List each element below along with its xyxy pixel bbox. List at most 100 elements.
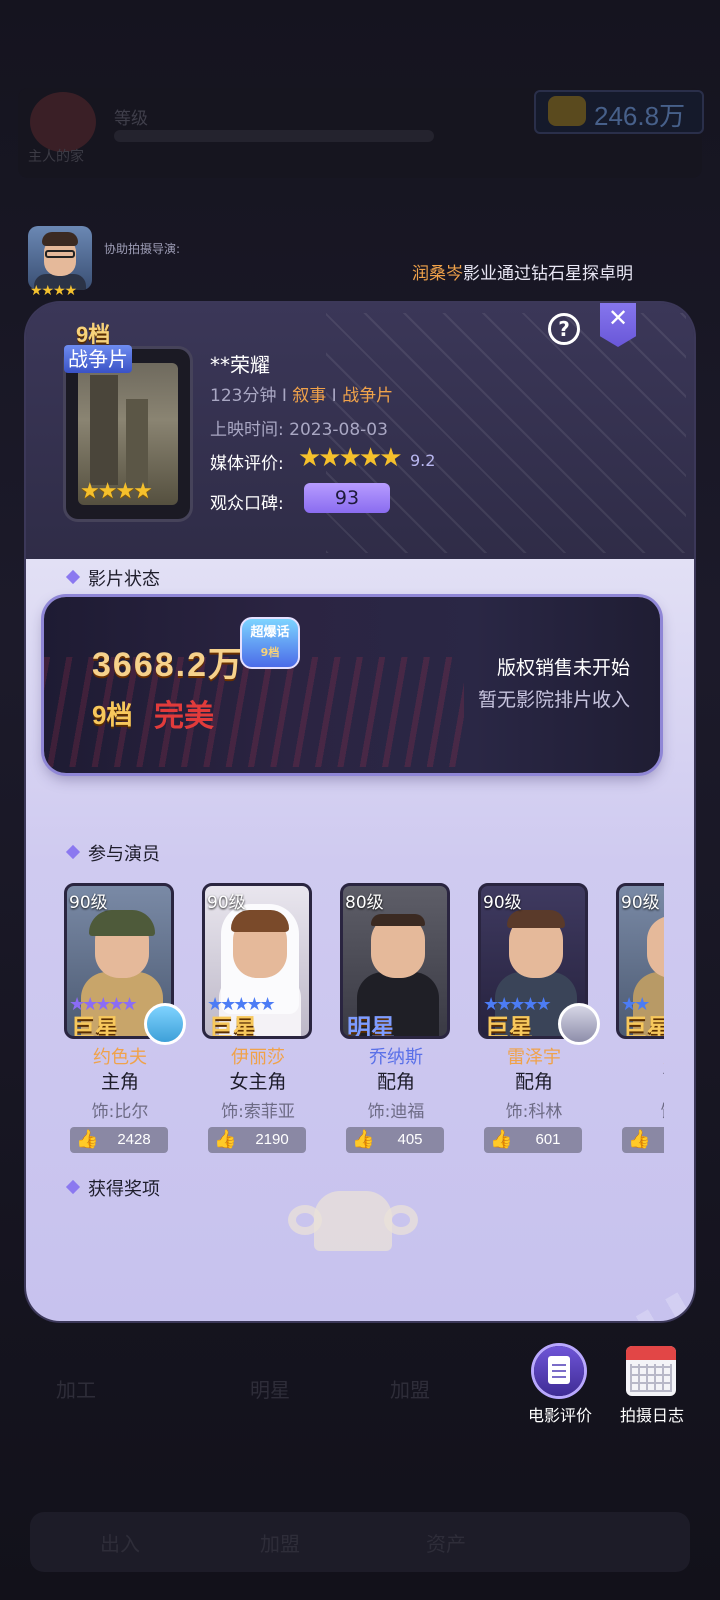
experience-bar <box>114 130 434 142</box>
helmet-icon <box>89 910 155 936</box>
media-rating-stars: ★★★★★ <box>298 443 403 473</box>
trophy-icon <box>288 1191 418 1251</box>
result-label: 完美 <box>154 699 214 734</box>
actor-role: 配角 <box>514 1071 553 1093</box>
movie-genre: 叙事 <box>292 386 327 406</box>
media-rating-score: 9.2 <box>410 451 436 470</box>
actor-card-3[interactable]: 90级 ★★★★★ 巨星 雷泽宇 配角 饰:科林 👍 601 <box>478 883 600 1173</box>
ticker-text: 影业通过钻石星探卓明 <box>463 264 633 283</box>
movie-review-button[interactable]: 电影评价 <box>520 1402 600 1426</box>
player-name: 主人的家 <box>28 149 84 165</box>
like-button[interactable]: 👍 <box>622 1127 664 1153</box>
shooting-log-button[interactable]: 拍摄日志 <box>612 1402 692 1426</box>
knight-badge-icon <box>558 1003 600 1045</box>
actor-role: 配角 <box>376 1071 415 1093</box>
actor-card-2[interactable]: 80级 明星 乔纳斯 配角 饰:迪福 👍 405 <box>340 883 452 1173</box>
actor-card-0[interactable]: 90级 ★★★★★ 巨星 约色夫 主角 饰:比尔 👍 2428 <box>64 883 186 1173</box>
poster-stars: ★★★★ <box>80 479 153 504</box>
box-office-amount: 3668.2万 <box>92 646 244 684</box>
income-status: 暂无影院排片收入 <box>477 689 630 711</box>
release-value: 2023-08-03 <box>289 420 388 440</box>
movie-genre: 战争片 <box>342 386 394 406</box>
actor-name: 约色夫 <box>93 1047 147 1068</box>
hair-icon <box>231 910 289 932</box>
like-count: 2190 <box>255 1131 289 1148</box>
box-office-grade: 9档 <box>92 700 133 730</box>
actor-character: 饰:迪福 <box>367 1102 425 1122</box>
like-count: 601 <box>535 1131 561 1148</box>
movie-meta: 123分钟 I 叙事 I 战争片 <box>210 381 393 406</box>
actor-rank: 明星 <box>347 1014 395 1039</box>
like-button[interactable]: 👍 2190 <box>208 1127 306 1153</box>
movie-review-icon[interactable] <box>534 1346 584 1396</box>
actors-list[interactable]: 90级 ★★★★★ 巨星 约色夫 主角 饰:比尔 👍 2428 90级 ★★★★★… <box>64 883 664 1173</box>
line-icon <box>552 1376 566 1378</box>
media-rating-label: 媒体评价: <box>210 454 284 474</box>
line-icon <box>552 1370 566 1372</box>
actor-level: 90级 <box>621 893 660 913</box>
ticker-studio: 润桑岑 <box>412 264 463 283</box>
like-button[interactable]: 👍 601 <box>484 1127 582 1153</box>
like-count: 405 <box>397 1131 423 1148</box>
hair-icon <box>371 914 425 926</box>
calendar-header <box>626 1346 676 1360</box>
director-label: 协助拍摄导演: <box>104 242 181 256</box>
actor-level: 90级 <box>207 893 246 913</box>
super-hit-badge: 超爆话 9档 <box>240 617 300 669</box>
director-avatar[interactable] <box>28 226 92 290</box>
actor-role: 主角 <box>100 1071 139 1093</box>
status-section-title: 影片状态 <box>88 569 160 590</box>
audience-label: 观众口碑: <box>210 494 284 514</box>
thumbs-up-icon: 👍 <box>628 1129 651 1150</box>
thumbs-up-icon: 👍 <box>490 1129 513 1150</box>
genre-tag: 战争片 <box>64 345 132 373</box>
actor-name: 乔纳斯 <box>369 1047 423 1068</box>
director-hair <box>42 232 78 246</box>
island-badge-icon <box>144 1003 186 1045</box>
meta-separator: I <box>276 386 293 406</box>
line-icon <box>552 1364 566 1366</box>
actor-card-4[interactable]: 90级 ★★ 巨星 奥 配 饰: 👍 <box>616 883 664 1173</box>
movie-title: **荣耀 <box>210 353 270 377</box>
actor-character: 饰:科林 <box>505 1102 563 1122</box>
actor-rank: 巨星 <box>71 1014 119 1039</box>
bg-label: 加盟 <box>390 1378 430 1402</box>
bg-label: 加工 <box>56 1378 96 1402</box>
audience-score: 93 <box>304 483 390 513</box>
actor-rank: 巨星 <box>209 1014 257 1039</box>
thumbs-up-icon: 👍 <box>214 1129 237 1150</box>
thumbs-up-icon: 👍 <box>352 1129 375 1150</box>
actor-name: 雷泽宇 <box>507 1047 561 1068</box>
calendar-icon[interactable] <box>626 1346 676 1396</box>
actor-role: 女主角 <box>229 1071 287 1093</box>
poster-building <box>126 399 148 489</box>
player-level: 等级 <box>114 109 148 129</box>
meta-separator: I <box>326 386 343 406</box>
bg-label: 明星 <box>250 1378 290 1402</box>
actor-character: 饰:比尔 <box>91 1102 149 1122</box>
actor-role: 配 <box>616 1067 664 1094</box>
coin-amount: 246.8万 <box>594 101 686 131</box>
release-label: 上映时间: <box>210 420 284 440</box>
like-count: 2428 <box>117 1131 151 1148</box>
actor-portrait: 80级 明星 <box>340 883 450 1039</box>
super-hit-grade: 9档 <box>260 646 280 659</box>
movie-duration: 123分钟 <box>210 386 277 406</box>
actor-card-1[interactable]: 90级 ★★★★★ 巨星 伊丽莎 女主角 饰:索菲亚 👍 2190 <box>202 883 314 1173</box>
actor-rank: 巨星 <box>485 1014 533 1039</box>
actor-rank: 巨星 <box>623 1014 664 1039</box>
thumbs-up-icon: 👍 <box>76 1129 99 1150</box>
actor-name: 奥 <box>616 1043 664 1069</box>
help-icon[interactable]: ? <box>548 313 580 345</box>
bg-label: 资产 <box>426 1532 466 1556</box>
news-ticker: 润桑岑影业通过钻石星探卓明 <box>412 259 662 283</box>
bg-label: 出入 <box>100 1532 140 1556</box>
actor-level: 80级 <box>345 893 384 913</box>
like-button[interactable]: 👍 2428 <box>70 1127 168 1153</box>
actor-head <box>647 916 664 978</box>
actors-section-title: 参与演员 <box>88 844 160 865</box>
poster-building <box>90 375 118 485</box>
like-button[interactable]: 👍 405 <box>346 1127 444 1153</box>
box-office-card: 3668.2万 超爆话 9档 9档 完美 版权销售未开始 暂无影院排片收入 <box>44 597 660 773</box>
actor-character: 饰: <box>616 1097 664 1122</box>
